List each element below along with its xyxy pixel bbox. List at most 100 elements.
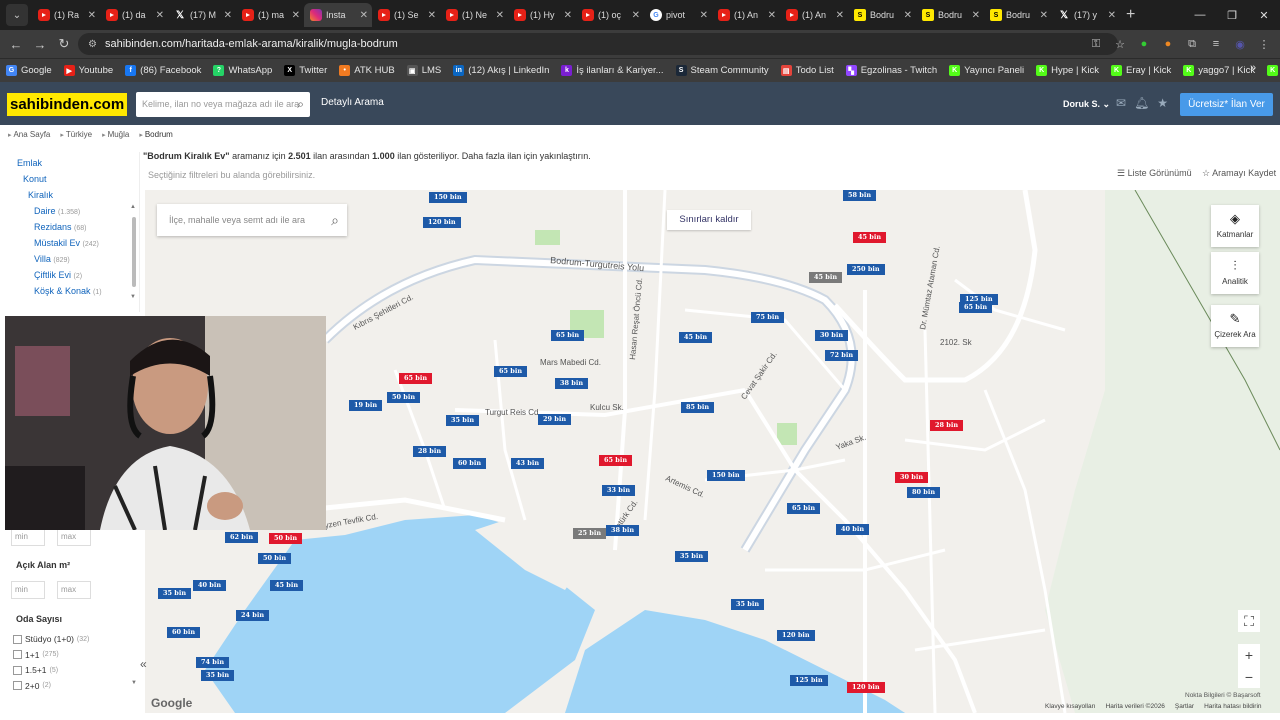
price-pin[interactable]: 65 bin — [787, 503, 821, 514]
price-pin[interactable]: 38 bin — [555, 378, 589, 389]
bookmark-item[interactable]: K Yayıncı Paneli — [949, 65, 1024, 76]
price-pin[interactable]: 150 bin — [707, 470, 745, 481]
room-filter-checkbox[interactable]: 2+0 (2) — [13, 681, 51, 691]
favorites-star-icon[interactable]: ★ — [1157, 96, 1168, 110]
site-logo[interactable]: sahibinden.com — [7, 93, 128, 116]
close-tab-icon[interactable]: ✕ — [700, 10, 708, 21]
price-pin[interactable]: 30 bin — [895, 472, 929, 483]
collapse-sidebar-icon[interactable]: « — [140, 657, 147, 671]
reload-button[interactable]: ↻ — [52, 36, 76, 52]
bookmark-item[interactable]: k İş ilanları & Kariyer... — [561, 65, 664, 76]
price-pin[interactable]: 65 bin — [959, 302, 993, 313]
back-button[interactable]: ← — [4, 37, 28, 52]
price-pin[interactable]: 38 bin — [606, 525, 640, 536]
layers-button[interactable]: ◈ Katmanlar — [1211, 205, 1259, 247]
price-pin[interactable]: 45 bin — [270, 580, 304, 591]
price-pin[interactable]: 50 bin — [387, 392, 421, 403]
keyboard-shortcuts-link[interactable]: Klavye kısayolları — [1045, 703, 1096, 710]
price-pin[interactable]: 60 bin — [453, 458, 487, 469]
close-tab-icon[interactable]: ✕ — [1108, 10, 1116, 21]
close-tab-icon[interactable]: ✕ — [156, 10, 164, 21]
breadcrumb-item[interactable]: Muğla — [102, 130, 130, 139]
price-pin[interactable]: 35 bin — [675, 551, 709, 562]
price-pin[interactable]: 19 bin — [349, 400, 383, 411]
new-tab-button[interactable]: + — [1126, 6, 1135, 24]
bookmarks-overflow-icon[interactable]: » — [1250, 62, 1256, 74]
bookmark-star-icon[interactable]: ☆ — [1112, 36, 1128, 52]
close-tab-icon[interactable]: ✕ — [88, 10, 96, 21]
bookmark-item[interactable]: S Steam Community — [675, 65, 769, 76]
browser-tab[interactable]: (1) da ✕ — [100, 3, 168, 27]
checkbox-box[interactable] — [13, 681, 22, 690]
subcategory-item[interactable]: Çiftlik Evi (2) — [34, 270, 82, 280]
price-pin[interactable]: 35 bin — [446, 415, 480, 426]
media-icon[interactable]: ≡ — [1208, 36, 1224, 52]
price-pin[interactable]: 65 bin — [551, 330, 585, 341]
close-tab-icon[interactable]: ✕ — [292, 10, 300, 21]
breadcrumb-item[interactable]: Ana Sayfa — [8, 130, 50, 139]
user-menu[interactable]: Doruk S. ⌄ — [1063, 99, 1110, 110]
detailed-search-link[interactable]: Detaylı Arama — [321, 97, 384, 108]
price-pin[interactable]: 50 bin — [258, 553, 292, 564]
browser-tab[interactable]: (1) Ra ✕ — [32, 3, 100, 27]
report-error-link[interactable]: Harita hatası bildirin — [1204, 703, 1261, 710]
close-tab-icon[interactable]: ✕ — [224, 10, 232, 21]
checkbox-box[interactable] — [13, 665, 22, 675]
price-pin[interactable]: 125 bin — [790, 675, 828, 686]
fullscreen-icon[interactable]: ⛶ — [1238, 610, 1260, 632]
price-pin[interactable]: 65 bin — [494, 366, 528, 377]
bookmark-item[interactable]: Kyaggo7 | Kick — [1183, 65, 1255, 76]
browser-tab[interactable]: 𝕏 (17) M ✕ — [168, 3, 236, 27]
subcategory-item[interactable]: Köşk & Konak (1) — [34, 286, 102, 296]
close-window-button[interactable]: ✕ — [1248, 0, 1280, 30]
price-pin[interactable]: 150 bin — [429, 192, 467, 203]
price-pin[interactable]: 74 bin — [196, 657, 230, 668]
filter-scroll-down-icon[interactable]: ▼ — [131, 680, 137, 686]
browser-tab[interactable]: Gpivot ✕ — [644, 3, 712, 27]
price-pin[interactable]: 85 bin — [681, 402, 715, 413]
category-konut[interactable]: Konut — [23, 174, 47, 184]
forward-button[interactable]: → — [28, 37, 52, 52]
browser-tab[interactable]: Insta ✕ — [304, 3, 372, 27]
browser-tab[interactable]: (1) Ne ✕ — [440, 3, 508, 27]
zoom-out-button[interactable]: − — [1238, 666, 1260, 688]
price-pin[interactable]: 28 bin — [930, 420, 964, 431]
bookmark-item[interactable]: f (86) Facebook — [125, 65, 201, 76]
menu-icon[interactable]: ⋮ — [1256, 36, 1272, 52]
browser-tab[interactable]: (1) ma ✕ — [236, 3, 304, 27]
search-icon[interactable]: ⌕ — [331, 204, 339, 236]
minimize-button[interactable]: — — [1184, 0, 1216, 30]
url-field[interactable]: ⚙ sahibinden.com/haritada-emlak-arama/ki… — [78, 33, 1118, 55]
profile-avatar[interactable]: ◉ — [1232, 36, 1248, 52]
price-pin[interactable]: 43 bin — [511, 458, 545, 469]
browser-tab[interactable]: S Bodru ✕ — [916, 3, 984, 27]
sidebar-scrollbar[interactable] — [131, 207, 137, 297]
price-pin[interactable]: 35 bin — [158, 588, 192, 599]
extensions-puzzle-icon[interactable]: ⧉ — [1184, 36, 1200, 52]
close-tab-icon[interactable]: ✕ — [428, 10, 436, 21]
area-min-input[interactable]: min — [11, 528, 45, 546]
price-pin[interactable]: 72 bin — [825, 350, 859, 361]
bookmark-item[interactable]: ▚ Egzolinas - Twitch — [845, 65, 937, 76]
breadcrumb-item[interactable]: Türkiye — [60, 130, 92, 139]
scroll-up-icon[interactable]: ▲ — [130, 204, 136, 210]
price-pin[interactable]: 62 bin — [225, 532, 259, 543]
checkbox-box[interactable] — [13, 634, 22, 644]
price-pin[interactable]: 40 bin — [193, 580, 227, 591]
post-ad-button[interactable]: Ücretsiz* İlan Ver — [1180, 93, 1273, 116]
price-pin[interactable]: 35 bin — [201, 670, 235, 681]
price-pin[interactable]: 33 bin — [602, 485, 636, 496]
clear-bounds-button[interactable]: Sınırları kaldır — [667, 210, 751, 230]
browser-tab[interactable]: 𝕏 (17) y ✕ — [1052, 3, 1120, 27]
subcategory-item[interactable]: Villa (829) — [34, 254, 70, 264]
price-pin[interactable]: 120 bin — [847, 682, 885, 693]
subcategory-item[interactable]: Daire (1.358) — [34, 206, 80, 216]
close-tab-icon[interactable]: ✕ — [768, 10, 776, 21]
bookmark-item[interactable]: G Google — [6, 65, 52, 76]
browser-tab[interactable]: (1) Hy ✕ — [508, 3, 576, 27]
extension-icon-2[interactable]: ● — [1160, 36, 1176, 52]
close-tab-icon[interactable]: ✕ — [904, 10, 912, 21]
price-pin[interactable]: 120 bin — [777, 630, 815, 641]
scroll-down-icon[interactable]: ▼ — [130, 294, 136, 300]
category-emlak[interactable]: Emlak — [17, 158, 42, 168]
